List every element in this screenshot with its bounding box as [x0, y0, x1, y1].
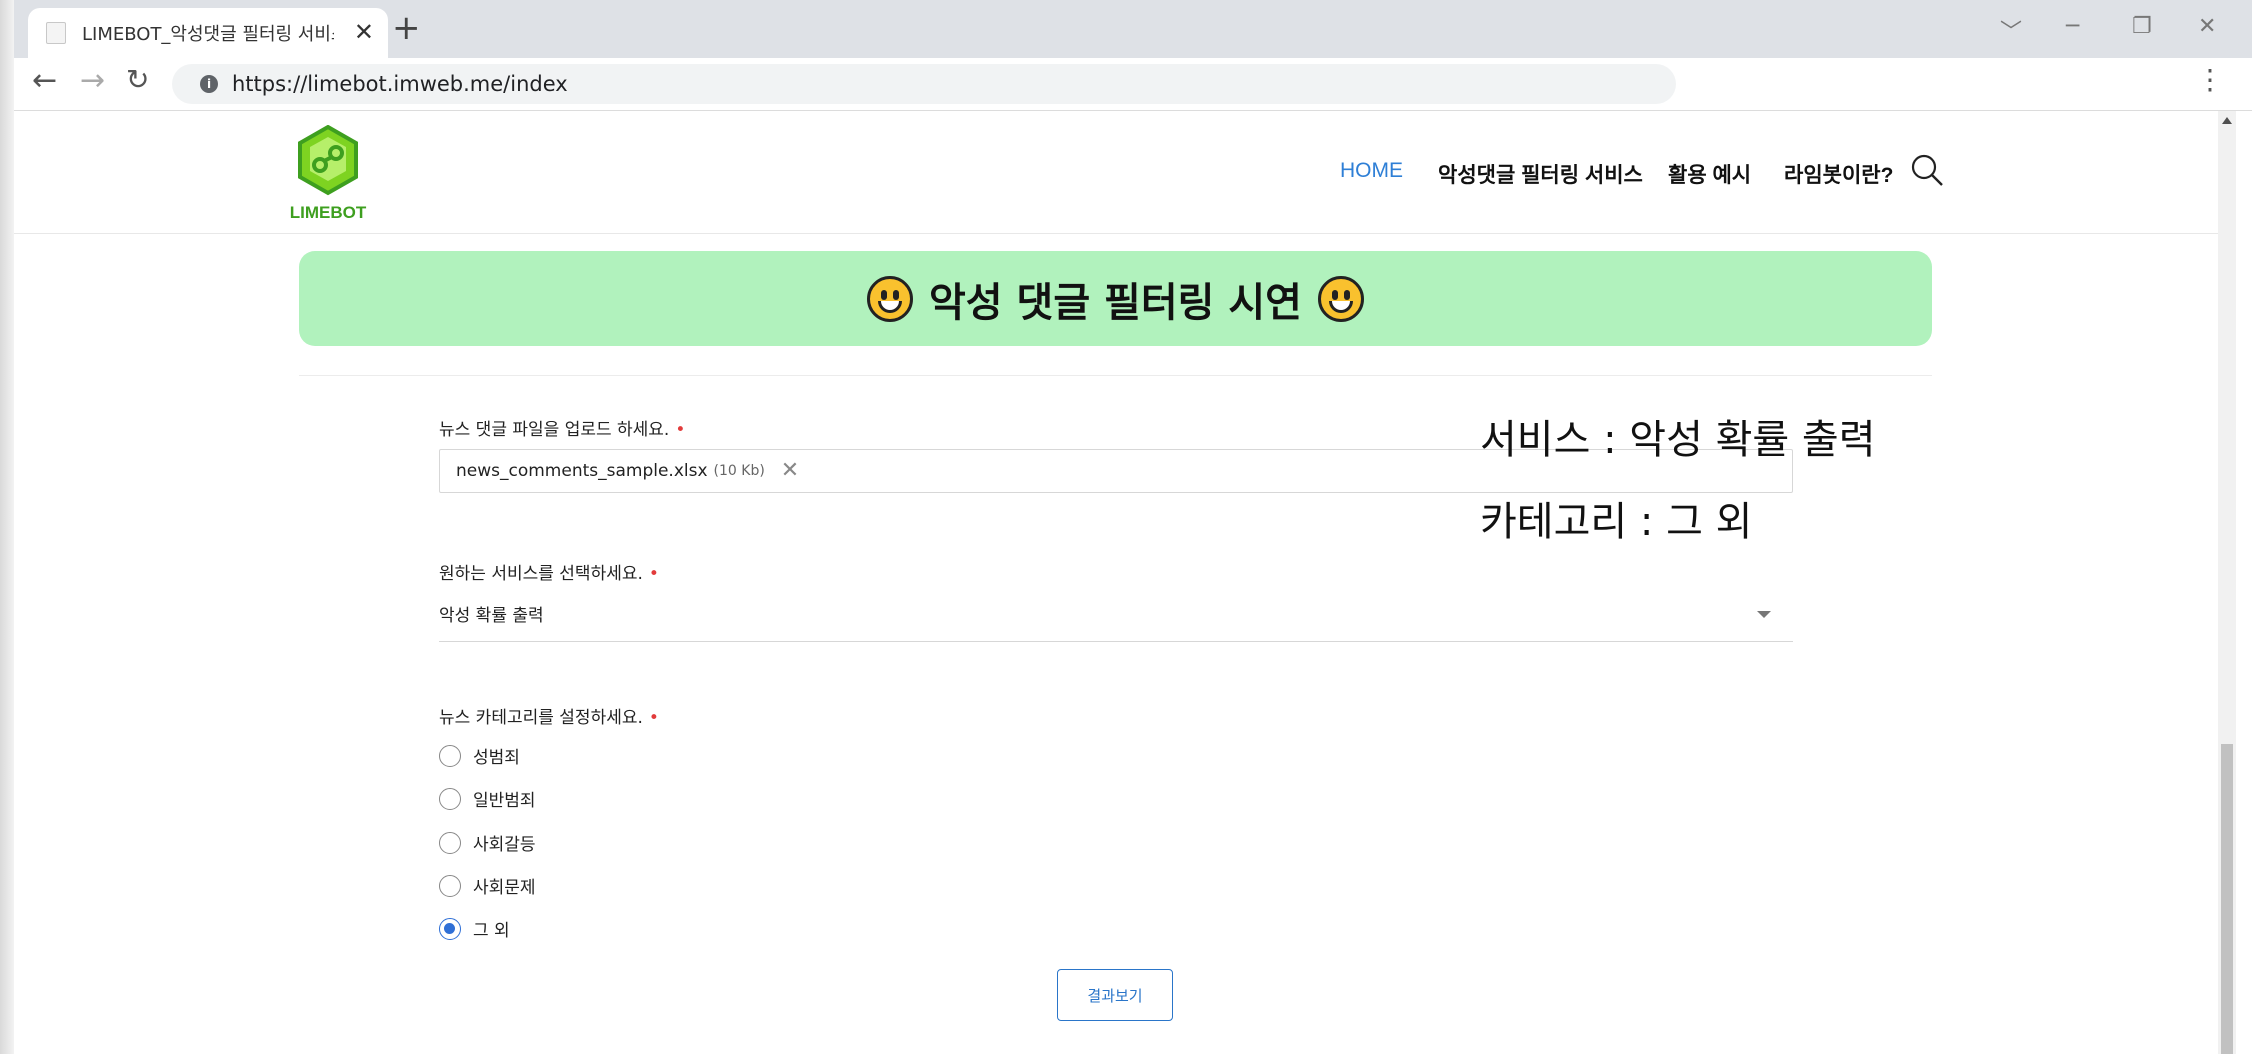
- radio-button[interactable]: [439, 787, 461, 810]
- site-header: LIMEBOT HOME 악성댓글 필터링 서비스 활용 예시 라임봇이란?: [14, 111, 2218, 234]
- site-logo[interactable]: LIMEBOT: [286, 124, 370, 223]
- category-option-social-conflict[interactable]: 사회갈등: [439, 830, 536, 855]
- banner-title: 악성 댓글 필터링 시연: [929, 279, 1302, 326]
- nav-home[interactable]: HOME: [1340, 159, 1403, 183]
- scroll-up-icon[interactable]: [2222, 117, 2232, 124]
- radio-button-selected[interactable]: [439, 917, 461, 940]
- browser-menu-icon[interactable]: ⋮: [2196, 66, 2224, 94]
- limebot-logo-icon: [298, 124, 358, 196]
- upload-label: 뉴스 댓글 파일을 업로드 하세요. •: [439, 420, 686, 440]
- category-option-social-issue[interactable]: 사회문제: [439, 873, 536, 898]
- category-label: 뉴스 카테고리를 설정하세요. •: [439, 708, 659, 728]
- uploaded-file-name: news_comments_sample.xlsx: [456, 461, 708, 481]
- page-scrollbar[interactable]: [2218, 111, 2236, 1054]
- window-shadow: [0, 0, 14, 1054]
- tab-search-icon[interactable]: ﹀: [2000, 14, 2022, 46]
- page-viewport: LIMEBOT HOME 악성댓글 필터링 서비스 활용 예시 라임봇이란? 악…: [14, 111, 2218, 1054]
- url-text: https://limebot.imweb.me/index: [232, 72, 568, 96]
- nav-filtering-service[interactable]: 악성댓글 필터링 서비스: [1438, 159, 1643, 189]
- grinning-face-icon: [1317, 275, 1364, 322]
- demo-banner: 악성 댓글 필터링 시연: [299, 251, 1932, 346]
- remove-file-icon[interactable]: ✕: [781, 460, 799, 482]
- minimize-icon[interactable]: ─: [2066, 14, 2079, 39]
- tab-bar: LIMEBOT_악성댓글 필터링 서비스 ✕ + ﹀ ─ ❐ ✕: [14, 0, 2252, 58]
- new-tab-button[interactable]: +: [392, 11, 421, 45]
- radio-button[interactable]: [439, 831, 461, 854]
- tab-close-icon[interactable]: ✕: [354, 18, 374, 46]
- chevron-down-icon: [1757, 611, 1771, 618]
- category-annotation: 카테고리 : 그 외: [1480, 499, 1753, 545]
- browser-tab[interactable]: LIMEBOT_악성댓글 필터링 서비스 ✕: [28, 8, 388, 58]
- service-select[interactable]: 악성 확률 출력: [439, 597, 1793, 642]
- browser-window: LIMEBOT_악성댓글 필터링 서비스 ✕ + ﹀ ─ ❐ ✕ ← → ↻ i…: [14, 0, 2252, 1054]
- search-icon[interactable]: [1910, 153, 1944, 191]
- category-option-general-crime[interactable]: 일반범죄: [439, 786, 536, 811]
- required-mark: •: [675, 420, 686, 440]
- restore-icon[interactable]: ❐: [2132, 14, 2152, 39]
- service-annotation: 서비스 : 악성 확률 출력: [1480, 417, 1876, 463]
- nav-use-cases[interactable]: 활용 예시: [1668, 159, 1751, 189]
- view-results-button[interactable]: 결과보기: [1057, 969, 1173, 1021]
- radio-button[interactable]: [439, 874, 461, 897]
- page-favicon-icon: [46, 22, 66, 44]
- address-bar: ← → ↻ i https://limebot.imweb.me/index ⋮: [14, 58, 2252, 111]
- service-selected-value: 악성 확률 출력: [439, 606, 544, 626]
- url-input[interactable]: i https://limebot.imweb.me/index: [172, 64, 1676, 104]
- scroll-thumb[interactable]: [2221, 744, 2233, 1054]
- reload-icon[interactable]: ↻: [126, 66, 149, 94]
- required-mark: •: [648, 708, 659, 728]
- category-option-sexual-crime[interactable]: 성범죄: [439, 743, 520, 768]
- section-divider: [299, 375, 1932, 376]
- close-window-icon[interactable]: ✕: [2198, 14, 2216, 39]
- tab-title: LIMEBOT_악성댓글 필터링 서비스: [82, 24, 334, 45]
- back-icon[interactable]: ←: [32, 66, 57, 96]
- uploaded-file-size: (10 Kb): [713, 463, 765, 479]
- site-info-icon[interactable]: i: [200, 75, 218, 93]
- grinning-face-icon: [867, 275, 913, 322]
- nav-about[interactable]: 라임봇이란?: [1784, 159, 1893, 189]
- forward-icon[interactable]: →: [80, 66, 105, 96]
- service-label: 원하는 서비스를 선택하세요. •: [439, 564, 659, 584]
- radio-button[interactable]: [439, 744, 461, 767]
- required-mark: •: [648, 564, 659, 584]
- category-option-other[interactable]: 그 외: [439, 916, 510, 941]
- logo-text: LIMEBOT: [289, 203, 367, 222]
